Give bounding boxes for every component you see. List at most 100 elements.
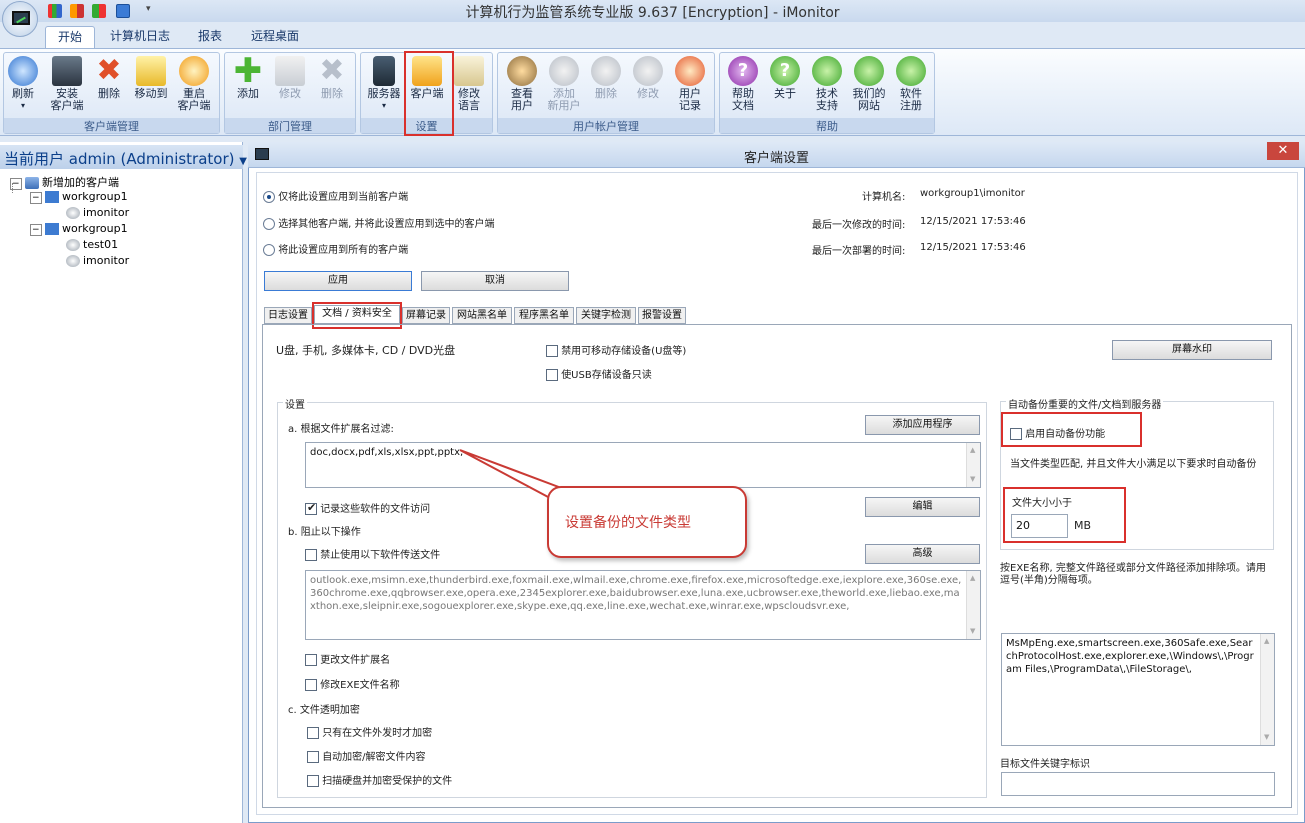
radio-button[interactable] (263, 218, 275, 230)
radio-button[interactable] (263, 244, 275, 256)
checkbox[interactable] (546, 369, 558, 381)
cart-icon (896, 56, 926, 86)
chevron-down-icon: ▼ (239, 156, 247, 167)
checkbox[interactable] (305, 501, 317, 515)
cancel-button[interactable]: 取消 (421, 271, 569, 291)
record-access-checkbox[interactable]: 记录这些软件的文件访问 (305, 500, 430, 515)
tab-computer-log[interactable]: 计算机日志 (98, 26, 182, 48)
advanced-button[interactable]: 高级 (865, 544, 980, 564)
dropdown-arrow-icon: ▾ (20, 101, 25, 110)
delete-user-button[interactable]: 删除 (586, 54, 626, 120)
exclusion-description: 按EXE名称, 完整文件路径或部分文件路径添加排除项。请用逗号(半角)分隔每项。 (1000, 563, 1266, 586)
change-language-button[interactable]: 修改 语言 (450, 54, 488, 120)
last-modified-label: 最后一次修改的时间: (812, 220, 906, 231)
scrollbar[interactable] (966, 443, 980, 487)
tab-alarm-settings[interactable]: 报警设置 (638, 307, 686, 324)
disable-removable-checkbox[interactable]: 禁用可移动存储设备(U盘等) (546, 342, 686, 357)
apply-button[interactable]: 应用 (264, 271, 412, 291)
close-icon[interactable]: ✕ (1267, 142, 1299, 160)
server-button[interactable]: 服务器 ▾ (364, 54, 404, 120)
tree-node-workgroup[interactable]: − workgroup1 (30, 190, 128, 204)
move-to-button[interactable]: 移动到 (130, 54, 172, 120)
add-user-icon (549, 56, 579, 86)
backup-legend: 自动备份重要的文件/文档到服务器 (1006, 396, 1164, 411)
add-application-button[interactable]: 添加应用程序 (865, 415, 980, 435)
restart-icon (179, 56, 209, 86)
add-department-button[interactable]: ✚ 添加 (228, 54, 268, 120)
tab-keyword-detection[interactable]: 关键字检测 (576, 307, 636, 324)
support-icon (812, 56, 842, 86)
forbid-send-checkbox[interactable]: 禁止使用以下软件传送文件 (305, 546, 440, 561)
collapse-icon[interactable]: − (30, 192, 42, 204)
tab-log-settings[interactable]: 日志设置 (264, 307, 312, 324)
checkbox[interactable] (546, 345, 558, 357)
checkbox[interactable] (305, 549, 317, 561)
checkbox[interactable] (307, 751, 319, 763)
tree-node-user[interactable]: imonitor (66, 206, 129, 219)
radio-all-clients[interactable]: 将此设置应用到所有的客户端 (263, 241, 408, 256)
edit-icon (275, 56, 305, 86)
current-user-dropdown[interactable]: 当前用户 admin (Administrator) ▼ (0, 145, 247, 169)
change-exe-name-checkbox[interactable]: 修改EXE文件名称 (305, 676, 400, 691)
encrypt-on-send-checkbox[interactable]: 只有在文件外发时才加密 (307, 724, 432, 739)
refresh-button[interactable]: 刷新 ▾ (5, 54, 41, 120)
delete-user-icon (591, 56, 621, 86)
help-docs-button[interactable]: ? 帮助 文档 (723, 54, 763, 120)
change-extension-checkbox[interactable]: 更改文件扩展名 (305, 651, 390, 666)
usb-readonly-checkbox[interactable]: 使USB存储设备只读 (546, 366, 652, 381)
help-question-icon: ? (728, 56, 758, 86)
software-register-button[interactable]: 软件 注册 (891, 54, 931, 120)
install-client-button[interactable]: 安装 客户端 (46, 54, 88, 120)
plus-icon: ✚ (233, 51, 263, 91)
auto-encrypt-checkbox[interactable]: 自动加密/解密文件内容 (307, 748, 426, 763)
tree-node-workgroup[interactable]: − workgroup1 (30, 222, 128, 236)
add-new-user-button[interactable]: 添加 新用户 (544, 54, 584, 120)
usb-devices-label: U盘, 手机, 多媒体卡, CD / DVD光盘 (276, 344, 456, 357)
tab-remote-desktop[interactable]: 远程桌面 (239, 26, 311, 48)
radio-button[interactable] (263, 191, 275, 203)
tech-support-button[interactable]: 技术 支持 (807, 54, 847, 120)
delete-client-button[interactable]: ✖ 删除 (90, 54, 128, 120)
tab-website-blacklist[interactable]: 网站黑名单 (452, 307, 512, 324)
user-records-button[interactable]: 用户 记录 (670, 54, 710, 120)
modify-department-button[interactable]: 修改 (270, 54, 310, 120)
delete-department-button[interactable]: ✖ 删除 (312, 54, 352, 120)
keyword-label: 目标文件关键字标识 (1000, 759, 1090, 770)
block-operations-label: b. 阻止以下操作 (288, 527, 361, 538)
view-users-button[interactable]: 查看 用户 (502, 54, 542, 120)
collapse-icon[interactable]: − (30, 224, 42, 236)
restart-client-button[interactable]: 重启 客户端 (173, 54, 215, 120)
collapse-icon[interactable]: − (10, 178, 22, 190)
radio-selected-clients[interactable]: 选择其他客户端, 并将此设置应用到选中的客户端 (263, 215, 495, 230)
highlight-enable-backup (1001, 412, 1142, 447)
scrollbar[interactable] (1260, 634, 1274, 745)
our-website-button[interactable]: 我们的 网站 (849, 54, 889, 120)
tree-node-new-clients[interactable]: − 新增加的客户端 (10, 174, 119, 190)
edit-button[interactable]: 编辑 (865, 497, 980, 517)
tree-node-user[interactable]: imonitor (66, 254, 129, 267)
computer-name-label: 计算机名: (862, 192, 906, 203)
tab-screen-recording[interactable]: 屏幕记录 (402, 307, 450, 324)
scan-disk-checkbox[interactable]: 扫描硬盘并加密受保护的文件 (307, 772, 452, 787)
move-folder-icon (136, 56, 166, 86)
screen-watermark-button[interactable]: 屏幕水印 (1112, 340, 1272, 360)
radio-current-client[interactable]: 仅将此设置应用到当前客户端 (263, 188, 408, 203)
modify-user-button[interactable]: 修改 (628, 54, 668, 120)
about-button[interactable]: ? 关于 (765, 54, 805, 120)
tab-reports[interactable]: 报表 (186, 26, 234, 48)
checkbox[interactable] (307, 727, 319, 739)
keyword-input[interactable] (1001, 772, 1275, 796)
backup-condition-text: 当文件类型匹配, 并且文件大小满足以下要求时自动备份 (1010, 459, 1257, 470)
checkbox[interactable] (305, 679, 317, 691)
program-list-textarea[interactable]: outlook.exe,msimn.exe,thunderbird.exe,fo… (305, 570, 981, 640)
tab-program-blacklist[interactable]: 程序黑名单 (514, 307, 574, 324)
client-tree-pane (0, 142, 243, 823)
exclusion-textarea[interactable]: MsMpEng.exe,smartscreen.exe,360Safe.exe,… (1001, 633, 1275, 746)
checkbox[interactable] (305, 654, 317, 666)
tree-node-user[interactable]: test01 (66, 238, 118, 251)
checkbox[interactable] (307, 775, 319, 787)
computer-icon (45, 223, 60, 235)
tab-home[interactable]: 开始 (45, 26, 96, 48)
scrollbar[interactable] (966, 571, 980, 639)
delete-x-icon: ✖ (319, 53, 345, 88)
